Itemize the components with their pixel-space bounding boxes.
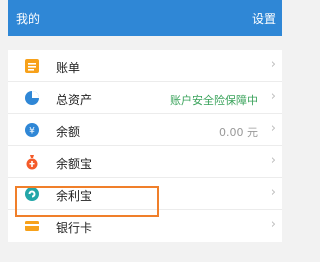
menu-item-label: 余额 — [56, 125, 81, 139]
chevron-right-icon: › — [270, 121, 276, 136]
menu-item-label: 余额宝 — [56, 157, 93, 171]
chevron-right-icon: › — [270, 153, 276, 168]
menu-item-balance[interactable]: ¥ 余额 0.00 元 › — [8, 114, 282, 146]
bill-icon — [24, 58, 40, 74]
menu-item-label: 银行卡 — [56, 221, 93, 235]
chevron-right-icon: › — [270, 217, 276, 232]
chevron-right-icon: › — [270, 57, 276, 72]
bank-card-icon — [24, 218, 40, 234]
settings-button[interactable]: 设置 — [252, 10, 276, 27]
top-bar: 我的 设置 — [8, 0, 282, 36]
menu-item-total-assets[interactable]: 总资产 账户安全险保障中 › — [8, 82, 282, 114]
bottom-spacer — [8, 252, 282, 262]
yuan-circle-icon: ¥ — [24, 122, 40, 138]
chevron-right-icon: › — [270, 185, 276, 200]
menu-item-yuebao[interactable]: 余额宝 › — [8, 146, 282, 178]
menu-item-bill[interactable]: 账单 › — [8, 50, 282, 82]
money-bag-icon — [24, 154, 40, 170]
chevron-right-icon: › — [270, 89, 276, 104]
security-insurance-status: 账户安全险保障中 — [170, 94, 258, 107]
menu-item-label: 账单 — [56, 61, 81, 75]
svg-text:¥: ¥ — [29, 127, 35, 137]
balance-amount: 0.00 元 — [219, 126, 258, 139]
page-title: 我的 — [16, 12, 41, 26]
menu-item-label: 总资产 — [56, 93, 93, 107]
pie-chart-icon — [24, 90, 40, 106]
selection-highlight-box — [15, 186, 159, 217]
